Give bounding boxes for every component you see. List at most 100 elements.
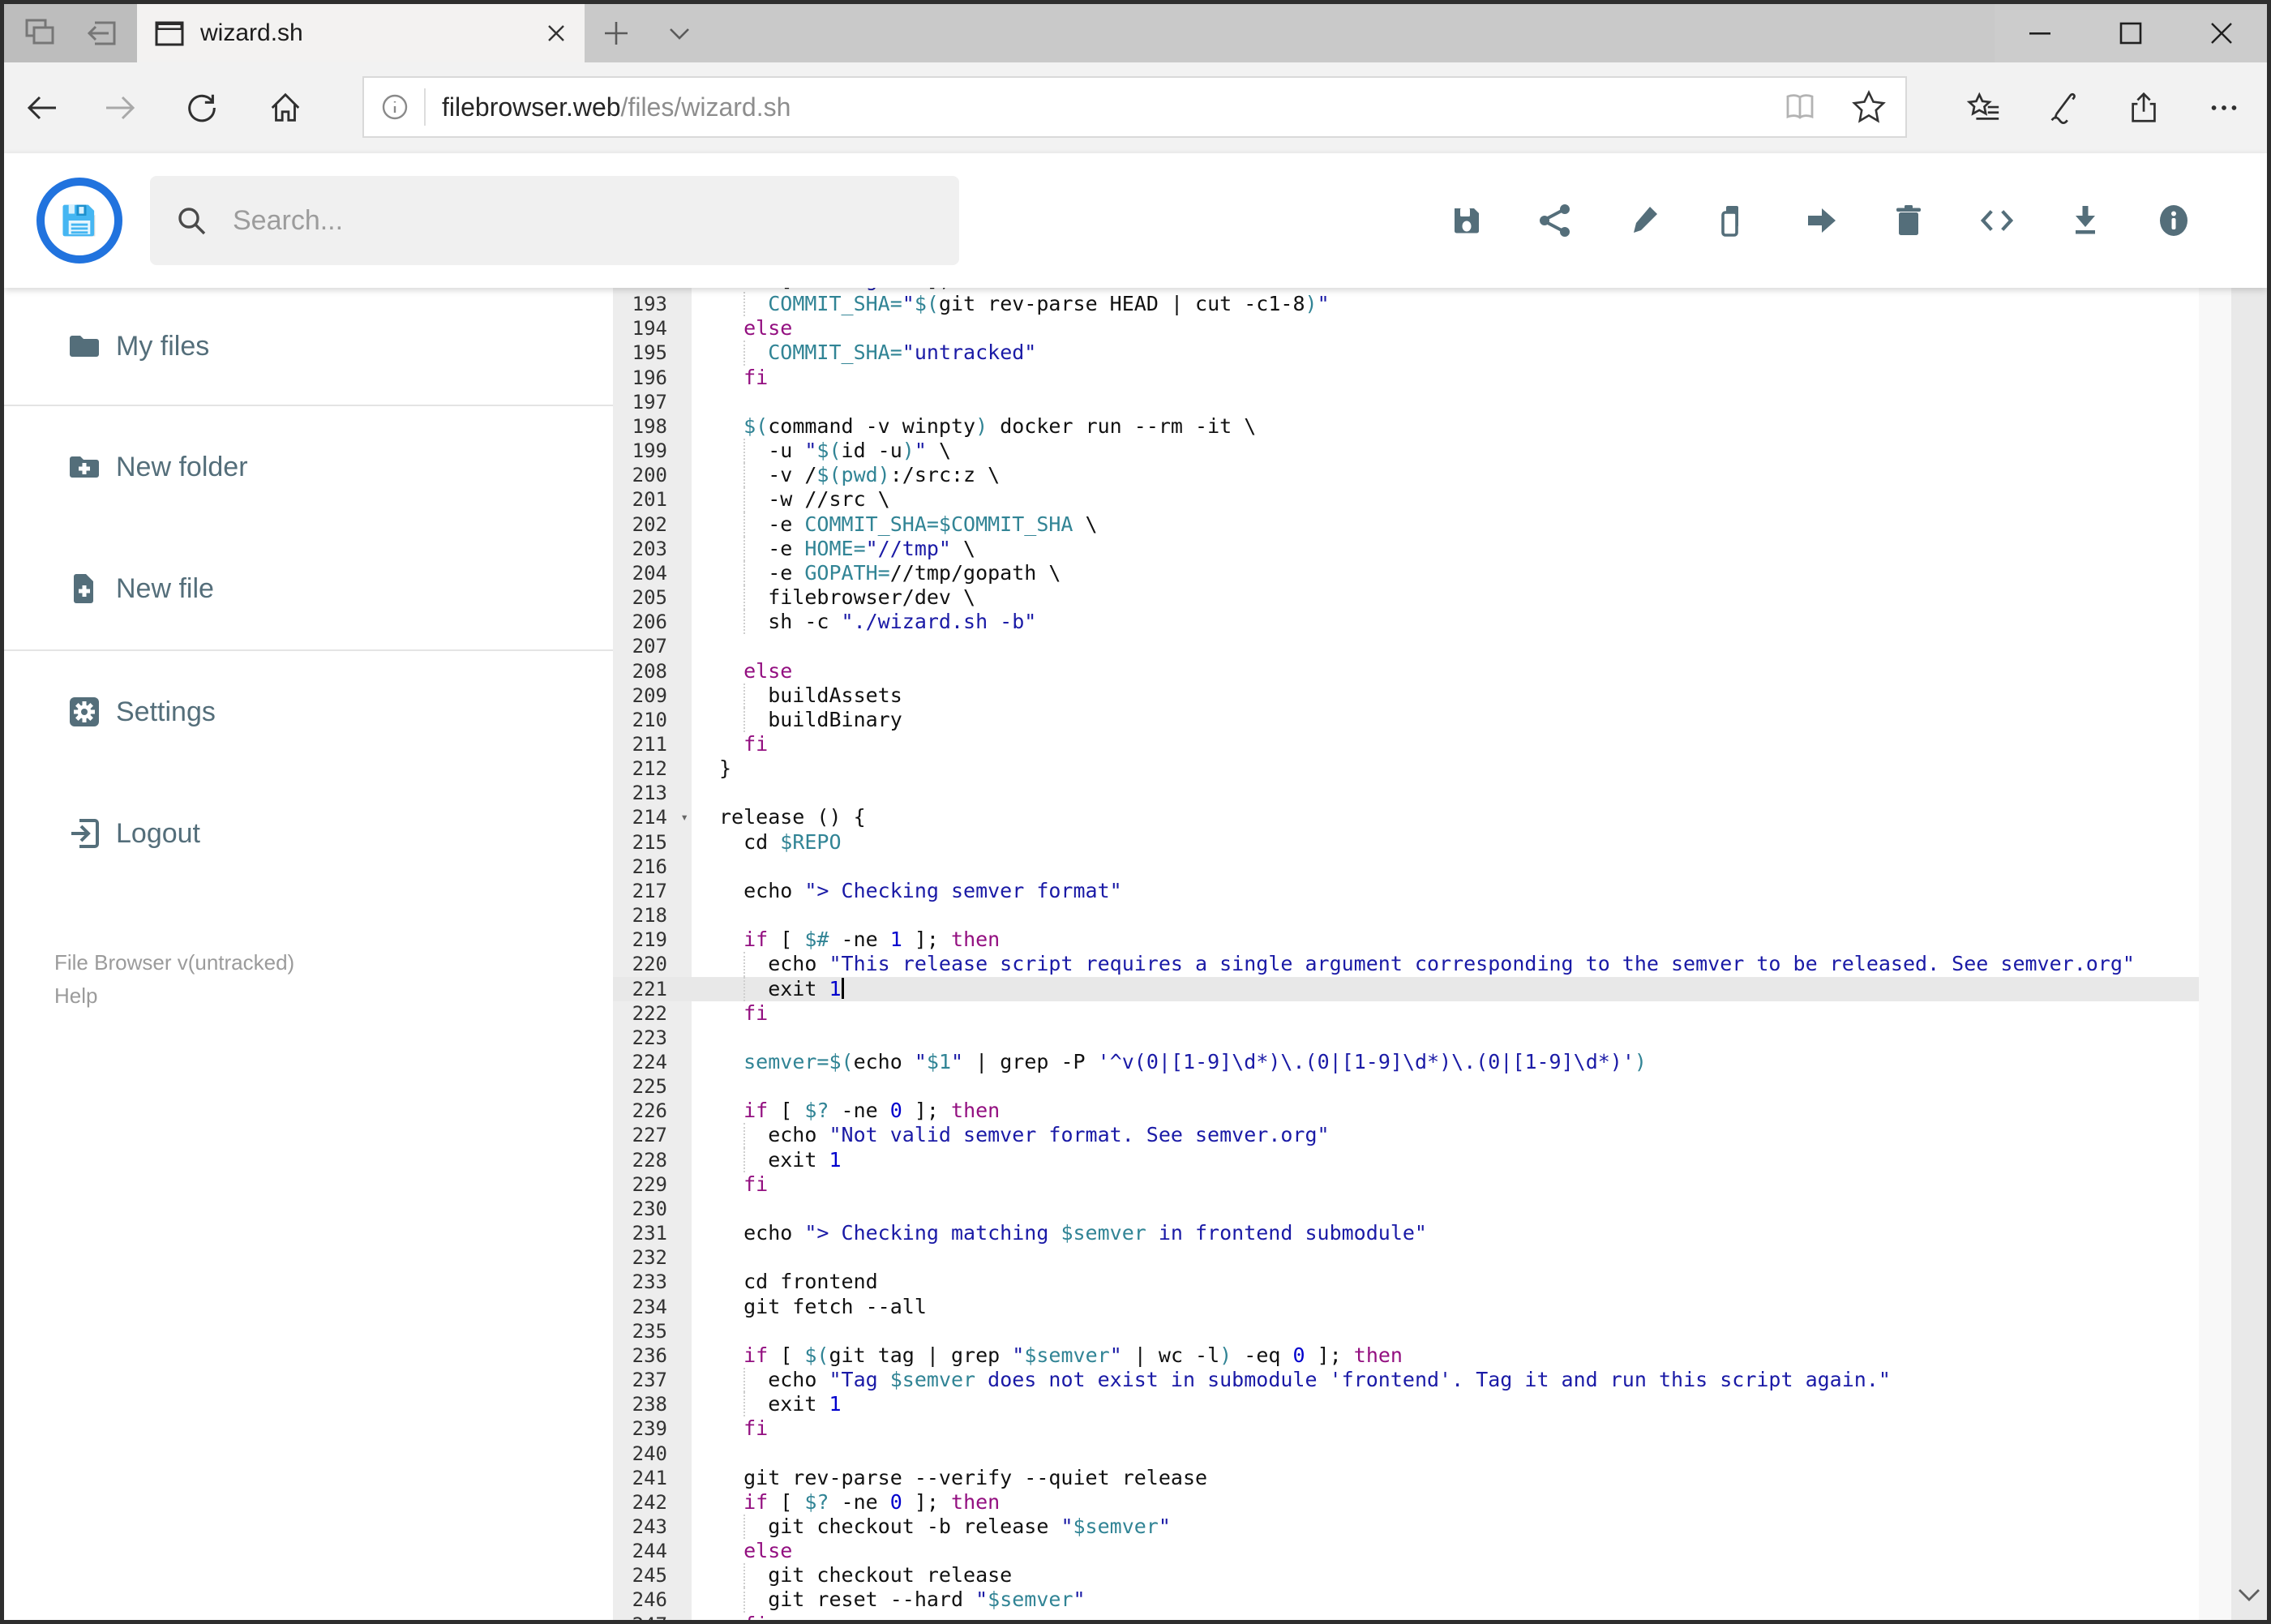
code-line[interactable]: cd frontend [692, 1270, 2199, 1294]
code-line[interactable] [692, 1074, 2199, 1099]
sidebar-item-my-files[interactable]: My files [4, 288, 613, 405]
code-line[interactable]: fi [692, 366, 2199, 390]
code-line[interactable] [692, 1442, 2199, 1466]
more-options-button[interactable] [2206, 90, 2242, 126]
code-line[interactable]: fi [692, 1172, 2199, 1197]
code-line[interactable]: echo "> Checking matching $semver in fro… [692, 1221, 2199, 1245]
code-line[interactable]: -e COMMIT_SHA=$COMMIT_SHA \ [692, 512, 2199, 537]
code-line[interactable]: git checkout release [692, 1563, 2199, 1588]
code-line[interactable]: -e GOPATH=//tmp/gopath \ [692, 560, 2199, 586]
code-line[interactable]: sh -c "./wizard.sh -b" [692, 610, 2199, 635]
close-button[interactable] [2176, 4, 2267, 62]
code-line[interactable]: git fetch --all [692, 1295, 2199, 1319]
tab-preview-button[interactable] [19, 12, 61, 54]
help-link[interactable]: Help [54, 979, 613, 1013]
home-button[interactable] [268, 90, 303, 126]
code-line[interactable]: } [692, 756, 2199, 781]
save-button[interactable] [1448, 202, 1485, 239]
code-line[interactable]: echo "Tag $semver does not exist in subm… [692, 1368, 2199, 1393]
scroll-down-icon[interactable] [2231, 1575, 2267, 1615]
code-line[interactable]: git rev-parse --verify --quiet release [692, 1466, 2199, 1490]
sidebar-item-new-file[interactable]: New file [4, 528, 613, 649]
editor-scrollbar-track[interactable] [2199, 288, 2231, 1620]
info-button[interactable] [2155, 202, 2192, 239]
code-line[interactable]: exit 1 [692, 1147, 2199, 1172]
move-button[interactable] [1802, 202, 1839, 239]
code-line[interactable]: cd $REPO [692, 830, 2199, 855]
code-line[interactable]: fi [692, 1613, 2199, 1620]
code-line[interactable]: buildAssets [692, 683, 2199, 708]
code-view-button[interactable] [1978, 202, 2016, 239]
code-line[interactable]: else [692, 1539, 2199, 1563]
code-line[interactable]: COMMIT_SHA="untracked" [692, 341, 2199, 366]
code-line[interactable]: else [692, 659, 2199, 683]
new-tab-button[interactable] [585, 4, 648, 62]
copy-button[interactable] [1713, 202, 1750, 239]
minimize-button[interactable] [1995, 4, 2085, 62]
code-line[interactable] [692, 903, 2199, 928]
code-line[interactable] [692, 1245, 2199, 1270]
code-line[interactable]: -v /$(pwd):/src:z \ [692, 463, 2199, 488]
code-line[interactable]: filebrowser/dev \ [692, 585, 2199, 611]
code-line[interactable] [692, 1026, 2199, 1050]
address-bar[interactable]: filebrowser.web/files/wizard.sh [362, 76, 1907, 138]
code-line[interactable]: else [692, 316, 2199, 341]
code-line[interactable] [692, 855, 2199, 879]
code-editor[interactable]: 192 if [ -d ".git" ]; then193 COMMIT_SHA… [613, 288, 2199, 1620]
code-line[interactable]: -e HOME="//tmp" \ [692, 536, 2199, 561]
maximize-button[interactable] [2085, 4, 2176, 62]
sidebar-item-logout[interactable]: Logout [4, 773, 613, 894]
add-favorite-star-icon[interactable] [1850, 88, 1888, 126]
code-line[interactable]: exit 1 [692, 1392, 2199, 1417]
delete-button[interactable] [1890, 202, 1927, 239]
code-line[interactable]: if [ $? -ne 0 ]; then [692, 1099, 2199, 1123]
code-line[interactable] [692, 781, 2199, 805]
code-line[interactable]: if [ $(git tag | grep "$semver" | wc -l)… [692, 1343, 2199, 1368]
browser-tab-wizard-sh[interactable]: wizard.sh [137, 4, 585, 62]
search-input[interactable] [231, 204, 935, 238]
code-line[interactable]: release () { [692, 805, 2199, 829]
code-line[interactable]: COMMIT_SHA="$(git rev-parse HEAD | cut -… [692, 292, 2199, 317]
code-line[interactable] [692, 390, 2199, 414]
share-page-button[interactable] [2127, 90, 2162, 126]
back-button[interactable] [24, 90, 59, 126]
edit-button[interactable] [1625, 202, 1662, 239]
code-line[interactable]: semver=$(echo "$1" | grep -P '^v(0|[1-9]… [692, 1050, 2199, 1074]
code-line[interactable] [692, 634, 2199, 658]
tab-list-dropdown[interactable] [648, 4, 711, 62]
share-button[interactable] [1536, 202, 1574, 239]
indent-guide [743, 1147, 745, 1172]
sidebar-item-settings[interactable]: Settings [4, 651, 613, 773]
code-line[interactable]: $(command -v winpty) docker run --rm -it… [692, 414, 2199, 439]
tab-close-icon[interactable] [544, 21, 568, 45]
web-notes-pen-button[interactable] [2046, 90, 2081, 126]
code-line[interactable]: if [ $? -ne 0 ]; then [692, 1490, 2199, 1515]
search-box[interactable] [150, 176, 959, 265]
code-line[interactable] [692, 1197, 2199, 1221]
refresh-button[interactable] [184, 90, 220, 126]
code-line[interactable]: echo "This release script requires a sin… [692, 952, 2199, 977]
code-line[interactable]: -w //src \ [692, 487, 2199, 512]
code-line[interactable]: -u "$(id -u)" \ [692, 439, 2199, 464]
forward-button[interactable] [103, 90, 139, 126]
code-line[interactable]: if [ $# -ne 1 ]; then [692, 928, 2199, 952]
reading-view-icon[interactable] [1782, 89, 1818, 125]
sidebar-item-new-folder[interactable]: New folder [4, 406, 613, 528]
code-line[interactable]: exit 1 [692, 976, 2199, 1001]
code-line[interactable]: buildBinary [692, 707, 2199, 732]
favorites-hub-button[interactable] [1966, 90, 2002, 126]
set-aside-tabs-button[interactable] [80, 12, 122, 54]
code-line[interactable] [692, 1319, 2199, 1343]
code-line[interactable]: git reset --hard "$semver" [692, 1588, 2199, 1613]
filebrowser-logo[interactable] [36, 178, 122, 264]
code-line[interactable]: fi [692, 1416, 2199, 1441]
page-scrollbar[interactable] [2231, 153, 2267, 1620]
code-line[interactable]: echo "Not valid semver format. See semve… [692, 1123, 2199, 1148]
code-line[interactable]: echo "> Checking semver format" [692, 879, 2199, 903]
code-line[interactable]: fi [692, 732, 2199, 756]
download-button[interactable] [2067, 202, 2104, 239]
code-line[interactable]: git checkout -b release "$semver" [692, 1514, 2199, 1540]
site-info-icon[interactable] [379, 91, 411, 123]
fold-arrow-icon[interactable]: ▾ [680, 805, 688, 829]
code-line[interactable]: fi [692, 1001, 2199, 1026]
